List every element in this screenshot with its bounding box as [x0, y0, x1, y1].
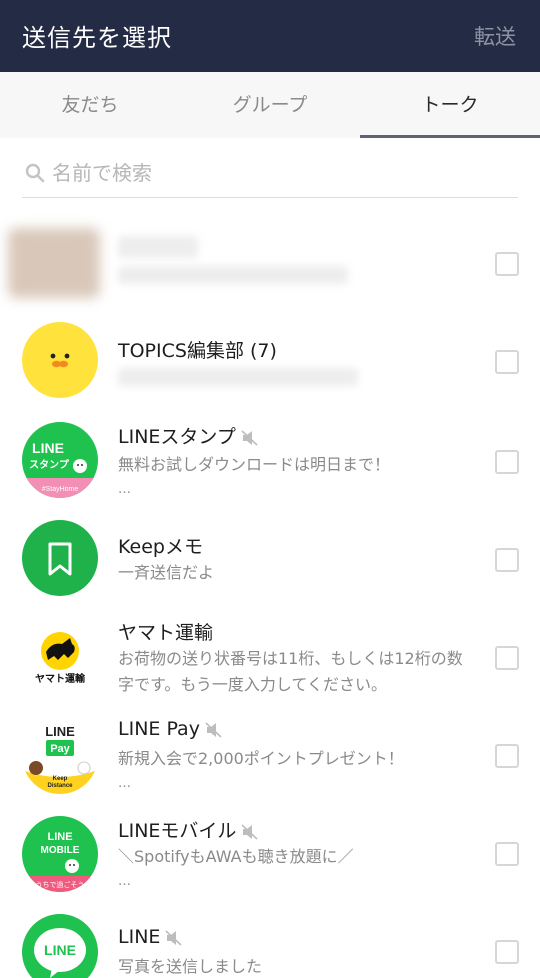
tab-friends[interactable]: 友だち	[0, 72, 180, 138]
chat-name: LINE	[118, 926, 184, 948]
page-title: 送信先を選択	[22, 24, 172, 52]
avatar: ヤマト運輸	[22, 618, 98, 694]
chat-row[interactable]: ヤマト運輸 ヤマト運輸 お荷物の送り状番号は11桁、もしくは12桁の数字です。も…	[0, 610, 540, 710]
chat-row[interactable]: LINE LINE 写真を送信しました	[0, 904, 540, 978]
select-checkbox[interactable]	[495, 548, 519, 572]
avatar	[8, 228, 100, 298]
stamp-logo-text: LINE	[32, 440, 64, 456]
chat-name: ヤマト運輸	[118, 622, 214, 644]
chat-ellipsis: …	[118, 482, 131, 497]
chat-name-text: LINEモバイル	[118, 820, 237, 842]
pay-logo-distance: Distance	[47, 783, 73, 789]
search-icon	[25, 163, 45, 183]
pay-logo-keep: Keep	[53, 776, 68, 782]
stayhome-tag: #StayHome	[42, 486, 79, 493]
tab-bar: 友だち グループ トーク	[0, 72, 540, 138]
mobile-logo-mobile: MOBILE	[41, 845, 80, 856]
chat-last-message: 写真を送信しました	[118, 957, 263, 976]
chat-last-message: 新規入会で2,000ポイントプレゼント！	[118, 749, 404, 768]
pay-logo-pay: Pay	[50, 743, 70, 755]
select-checkbox[interactable]	[495, 450, 519, 474]
mute-icon	[241, 823, 258, 840]
line-pay-logo-icon: LINE Pay Keep Distance	[22, 724, 98, 794]
avatar	[22, 322, 98, 398]
tab-talk[interactable]: トーク	[360, 72, 540, 138]
mute-icon	[241, 429, 258, 446]
line-logo-text: LINE	[44, 942, 76, 958]
chat-row[interactable]: LINE Pay Keep Distance LINE Pay 新規入会で2,0…	[0, 708, 540, 808]
yamato-logo-icon: ヤマト運輸	[35, 632, 86, 685]
avatar: LINE スタンプ #StayHome	[22, 422, 98, 498]
chat-name-text: LINEスタンプ	[118, 426, 236, 448]
avatar: LINE Pay Keep Distance	[22, 718, 98, 794]
bookmark-icon	[48, 542, 72, 576]
mute-icon	[165, 929, 182, 946]
chat-row[interactable]	[0, 218, 540, 318]
avatar: LINE	[22, 914, 98, 978]
search-input[interactable]	[52, 158, 502, 188]
chat-row[interactable]: TOPICS編集部 (7)	[0, 316, 540, 416]
line-logo-icon: LINE	[34, 928, 86, 978]
select-checkbox[interactable]	[495, 744, 519, 768]
select-checkbox[interactable]	[495, 842, 519, 866]
line-mobile-logo-icon: LINE MOBILE うちで過ごそう	[22, 831, 98, 892]
chat-row[interactable]: LINE スタンプ #StayHome LINEスタンプ 無料お試しダウンロード…	[0, 414, 540, 514]
chick-icon	[50, 353, 70, 368]
chat-name: TOPICS編集部 (7)	[118, 340, 277, 362]
select-checkbox[interactable]	[495, 940, 519, 964]
chat-name: LINE Pay	[118, 718, 224, 740]
active-tab-indicator	[360, 135, 540, 138]
select-checkbox[interactable]	[495, 350, 519, 374]
chat-ellipsis: …	[118, 776, 131, 791]
select-checkbox[interactable]	[495, 252, 519, 276]
blurred-message	[118, 368, 358, 386]
avatar	[22, 520, 98, 596]
select-checkbox[interactable]	[495, 646, 519, 670]
blurred-name	[118, 236, 198, 258]
chat-row[interactable]: Keepメモ 一斉送信だよ	[0, 512, 540, 612]
chat-name-text: LINE Pay	[118, 718, 200, 740]
blurred-message	[118, 266, 348, 284]
chat-name: LINEモバイル	[118, 816, 260, 843]
chat-last-message: 一斉送信だよ	[118, 563, 215, 582]
chat-row[interactable]: LINE MOBILE うちで過ごそう LINEモバイル ＼SpotifyもAW…	[0, 806, 540, 906]
mobile-logo-tag: うちで過ごそう	[36, 880, 85, 889]
pay-logo-line: LINE	[45, 724, 75, 739]
stamp-logo-subtext: スタンプ	[29, 458, 70, 471]
yamato-logo-text: ヤマト運輸	[35, 672, 86, 685]
chat-name-text: LINE	[118, 926, 161, 948]
avatar: LINE MOBILE うちで過ごそう	[22, 816, 98, 892]
app-header: 送信先を選択 転送	[0, 0, 540, 72]
chat-last-message: ＼SpotifyもAWAも聴き放題に／	[118, 847, 354, 866]
chat-name: LINEスタンプ	[118, 422, 260, 449]
chat-last-message: お荷物の送り状番号は11桁、もしくは12桁の数字です。もう一度入力してください。	[118, 649, 463, 694]
mobile-logo-line: LINE	[47, 831, 72, 843]
search-bar	[22, 150, 518, 198]
chat-ellipsis: …	[118, 874, 131, 889]
line-stamp-logo-icon: LINE スタンプ #StayHome	[22, 440, 98, 498]
forward-button[interactable]: 転送	[474, 21, 516, 51]
tab-groups[interactable]: グループ	[180, 72, 360, 138]
chat-name: Keepメモ	[118, 536, 203, 558]
mute-icon	[205, 721, 222, 738]
chat-last-message: 無料お試しダウンロードは明日まで！	[118, 455, 391, 474]
